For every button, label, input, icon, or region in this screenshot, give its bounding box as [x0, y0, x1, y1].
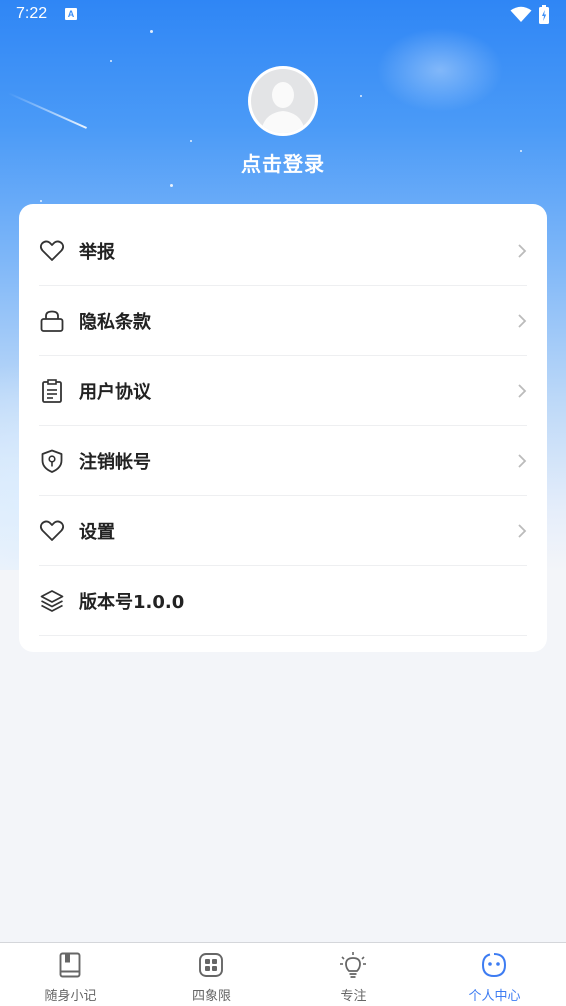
clipboard-icon: [42, 379, 62, 403]
menu-item-label: 注销帐号: [79, 452, 151, 473]
tab-notes[interactable]: 随身小记: [0, 943, 141, 1006]
tab-quadrant[interactable]: 四象限: [141, 943, 282, 1006]
version-label: 版本号1.0.0: [79, 592, 185, 613]
lock-icon: [40, 310, 64, 332]
menu-item-user-agreement[interactable]: 用户协议: [39, 356, 527, 426]
heart-icon: [39, 520, 65, 541]
tab-label: 专注: [340, 989, 367, 1004]
menu-item-label: 用户协议: [79, 382, 151, 403]
star-dot: [150, 30, 153, 33]
star-dot: [110, 60, 112, 62]
menu-card: 举报 隐私条款 用户协议 注销帐号 设置 版本号1.0.0: [19, 204, 547, 652]
menu-item-report[interactable]: 举报: [39, 216, 527, 286]
tab-profile[interactable]: 个人中心: [424, 943, 565, 1006]
heart-icon: [39, 240, 65, 261]
battery-icon: [539, 5, 549, 24]
notebook-icon: [59, 952, 81, 978]
face-icon: [481, 953, 507, 978]
menu-item-label: 隐私条款: [79, 312, 151, 333]
grid-icon: [199, 953, 223, 977]
default-avatar-icon: [251, 69, 315, 133]
shield-icon: [41, 449, 63, 473]
tab-label: 随身小记: [44, 989, 97, 1004]
menu-item-version: 版本号1.0.0: [39, 566, 527, 636]
tab-label: 四象限: [191, 989, 231, 1004]
star-dot: [170, 184, 173, 187]
status-time: 7:22: [16, 5, 48, 22]
menu-item-settings[interactable]: 设置: [39, 496, 527, 566]
chevron-right-icon: [518, 524, 527, 538]
avatar[interactable]: [248, 66, 318, 136]
tab-label: 个人中心: [468, 989, 521, 1004]
status-bar: 7:22 A: [0, 0, 566, 30]
star-dot: [40, 200, 42, 202]
star-dot: [190, 140, 192, 142]
wifi-icon: [510, 6, 532, 22]
bulb-icon: [340, 952, 366, 978]
bottom-tab-bar: 随身小记 四象限 专注 个人中心: [0, 942, 566, 1006]
chevron-right-icon: [518, 454, 527, 468]
shooting-star-decoration: [7, 92, 87, 129]
login-link[interactable]: 点击登录: [0, 148, 566, 177]
menu-item-label: 举报: [79, 242, 115, 263]
notification-a-icon: A: [65, 8, 77, 20]
chevron-right-icon: [518, 314, 527, 328]
tab-focus[interactable]: 专注: [283, 943, 424, 1006]
chevron-right-icon: [518, 244, 527, 258]
menu-item-delete-account[interactable]: 注销帐号: [39, 426, 527, 496]
star-dot: [360, 95, 362, 97]
chevron-right-icon: [518, 384, 527, 398]
menu-item-label: 设置: [79, 522, 115, 543]
menu-item-privacy[interactable]: 隐私条款: [39, 286, 527, 356]
layers-icon: [40, 590, 64, 612]
